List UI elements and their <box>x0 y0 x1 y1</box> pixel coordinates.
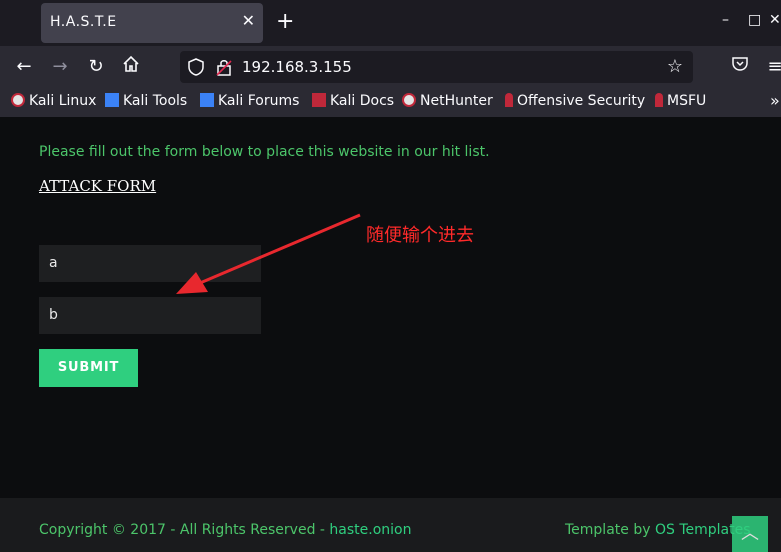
url-text[interactable]: 192.168.3.155 <box>242 58 352 76</box>
close-window-icon[interactable]: ✕ <box>769 12 781 28</box>
bookmark-kali-forums[interactable]: Kali Forums <box>200 93 299 109</box>
close-tab-icon[interactable]: ✕ <box>242 12 255 30</box>
attack-form-link[interactable]: ATTACK FORM <box>39 177 156 195</box>
offsec-icon <box>505 93 513 107</box>
nethunter-icon <box>402 93 416 107</box>
insecure-lock-icon[interactable] <box>216 58 232 80</box>
bookmark-kali-docs[interactable]: Kali Docs <box>312 93 394 109</box>
template-credit: Template by OS Templates <box>565 522 751 538</box>
back-arrow-icon[interactable]: ← <box>12 55 36 79</box>
form-field-2[interactable]: b <box>39 297 261 334</box>
tab-title: H.A.S.T.E <box>50 14 117 30</box>
bookmark-nethunter[interactable]: NetHunter <box>402 93 493 109</box>
copyright-text: Copyright © 2017 - All Rights Reserved -… <box>39 522 412 538</box>
navigation-bar: ← → ↻ 192.168.3.155 ☆ ≡ <box>0 46 781 88</box>
intro-text: Please fill out the form below to place … <box>39 144 490 160</box>
bookmark-msfu[interactable]: MSFU <box>655 93 706 109</box>
haste-onion-link[interactable]: haste.onion <box>329 522 411 538</box>
menu-icon[interactable]: ≡ <box>763 55 781 79</box>
page-content: Please fill out the form below to place … <box>0 117 781 498</box>
chevron-up-icon: ︿ <box>741 523 759 544</box>
msfu-icon <box>655 93 663 107</box>
star-bookmark-icon[interactable]: ☆ <box>667 56 683 77</box>
maximize-icon[interactable]: □ <box>748 12 761 28</box>
annotation-arrow-icon <box>176 213 361 294</box>
new-tab-button[interactable]: + <box>276 10 294 34</box>
submit-button[interactable]: SUBMIT <box>39 349 138 387</box>
minimize-icon[interactable]: – <box>722 12 729 28</box>
bookmark-offensive-security[interactable]: Offensive Security <box>505 93 645 109</box>
page-footer: Copyright © 2017 - All Rights Reserved -… <box>0 498 781 552</box>
shield-icon[interactable] <box>188 58 204 80</box>
kali-forums-icon <box>200 93 214 107</box>
pocket-icon[interactable] <box>728 55 752 79</box>
bookmark-kali-linux[interactable]: Kali Linux <box>11 93 96 109</box>
forward-arrow-icon[interactable]: → <box>48 55 72 79</box>
tab-strip: H.A.S.T.E ✕ + – □ ✕ <box>0 0 781 46</box>
bookmarks-overflow-icon[interactable]: » <box>770 91 780 110</box>
browser-tab[interactable]: H.A.S.T.E ✕ <box>41 3 263 43</box>
kali-dragon-icon <box>11 93 25 107</box>
kali-tools-icon <box>105 93 119 107</box>
back-to-top-button[interactable]: ︿ <box>732 516 768 552</box>
address-bar[interactable]: 192.168.3.155 ☆ <box>180 51 693 83</box>
home-icon[interactable] <box>119 55 143 79</box>
kali-docs-icon <box>312 93 326 107</box>
bookmarks-toolbar: Kali Linux Kali Tools Kali Forums Kali D… <box>0 88 781 117</box>
bookmark-kali-tools[interactable]: Kali Tools <box>105 93 187 109</box>
reload-icon[interactable]: ↻ <box>84 55 108 79</box>
annotation-text: 随便输个进去 <box>366 225 474 246</box>
